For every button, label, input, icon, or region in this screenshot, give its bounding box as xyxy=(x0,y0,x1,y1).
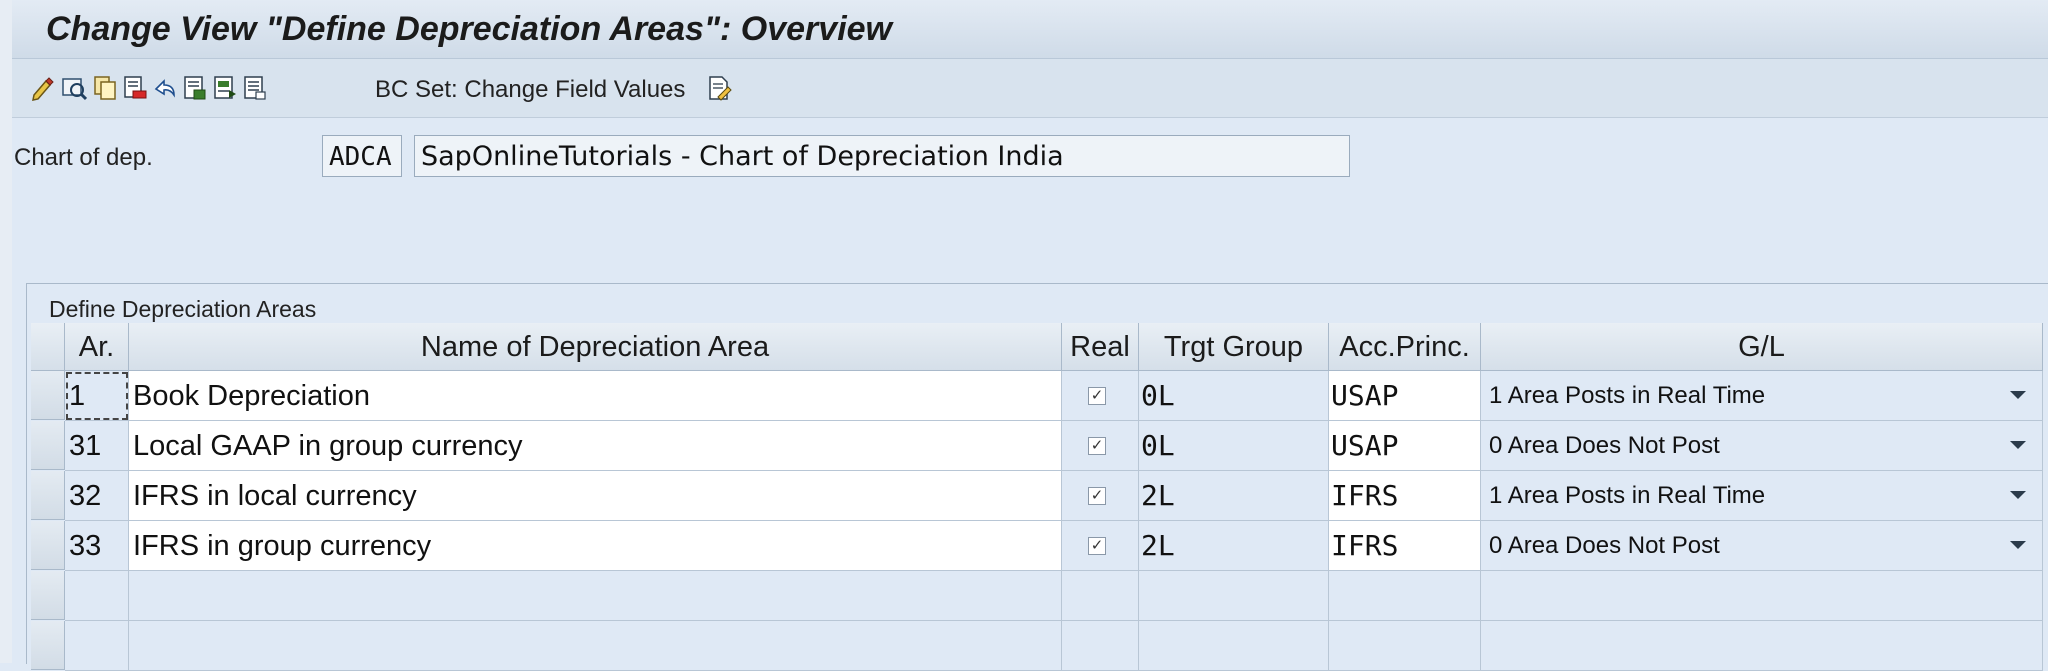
sap-window: Change View "Define Depreciation Areas":… xyxy=(0,0,2048,671)
select-block-icon[interactable] xyxy=(212,75,238,101)
gl-dropdown[interactable]: 0 Area Does Not Post xyxy=(1481,421,2043,471)
table-row: 33 IFRS in group currency ✓ 2L IFRS 0 Ar… xyxy=(31,521,2043,571)
row-selector[interactable] xyxy=(31,571,65,620)
table-row: 1 Book Depreciation ✓ 0L USAP 1 Area Pos… xyxy=(31,371,2043,421)
real-checkbox[interactable]: ✓ xyxy=(1088,387,1106,405)
column-header-name[interactable]: Name of Depreciation Area xyxy=(129,323,1062,371)
column-header-gl[interactable]: G/L xyxy=(1481,323,2043,371)
gl-dropdown[interactable]: 1 Area Posts in Real Time xyxy=(1481,371,2043,421)
name-cell[interactable]: IFRS in group currency xyxy=(129,521,1062,571)
table-row-empty xyxy=(31,571,2043,621)
real-cell xyxy=(1062,621,1139,671)
ar-cell[interactable]: 33 xyxy=(65,521,129,571)
page-title: Change View "Define Depreciation Areas":… xyxy=(46,10,892,48)
chevron-down-icon[interactable] xyxy=(2010,541,2026,549)
display-change-icon[interactable] xyxy=(61,75,87,101)
chart-of-dep-code-field[interactable]: ADCA xyxy=(322,135,402,177)
acc-princ-cell[interactable]: IFRS xyxy=(1329,521,1481,571)
ar-cell[interactable] xyxy=(65,621,129,671)
row-selector[interactable] xyxy=(31,471,65,520)
column-header-acc-princ[interactable]: Acc.Princ. xyxy=(1329,323,1481,371)
table-row: 32 IFRS in local currency ✓ 2L IFRS 1 Ar… xyxy=(31,471,2043,521)
deselect-all-icon[interactable] xyxy=(242,75,268,101)
application-toolbar: BC Set: Change Field Values xyxy=(12,59,2048,118)
name-cell[interactable] xyxy=(129,571,1062,621)
trgt-group-cell[interactable]: 0L xyxy=(1139,421,1329,471)
select-all-rows-button[interactable] xyxy=(31,323,65,371)
row-selector[interactable] xyxy=(31,371,65,420)
chevron-down-icon[interactable] xyxy=(2010,491,2026,499)
depreciation-areas-table: Ar. Name of Depreciation Area Real Trgt … xyxy=(31,323,2043,671)
title-bar: Change View "Define Depreciation Areas":… xyxy=(12,0,2048,59)
ar-cell[interactable]: 1 xyxy=(65,371,129,421)
real-checkbox[interactable]: ✓ xyxy=(1088,537,1106,555)
undo-icon[interactable] xyxy=(152,75,178,101)
real-cell: ✓ xyxy=(1062,421,1139,471)
real-cell: ✓ xyxy=(1062,521,1139,571)
ar-cell[interactable]: 32 xyxy=(65,471,129,521)
copy-icon[interactable] xyxy=(92,75,118,101)
trgt-group-cell[interactable]: 2L xyxy=(1139,471,1329,521)
acc-princ-cell[interactable] xyxy=(1329,571,1481,621)
trgt-group-cell[interactable]: 2L xyxy=(1139,521,1329,571)
real-cell: ✓ xyxy=(1062,371,1139,421)
column-header-real[interactable]: Real xyxy=(1062,323,1139,371)
trgt-group-cell[interactable] xyxy=(1139,621,1329,671)
define-depreciation-areas-panel: Define Depreciation Areas Ar. Name of De… xyxy=(26,283,2048,671)
acc-princ-cell[interactable]: IFRS xyxy=(1329,471,1481,521)
row-selector[interactable] xyxy=(31,421,65,470)
bc-set-document-icon[interactable] xyxy=(706,75,732,101)
name-cell[interactable] xyxy=(129,621,1062,671)
chart-of-dep-label: Chart of dep. xyxy=(14,144,153,171)
column-header-trgt-group[interactable]: Trgt Group xyxy=(1139,323,1329,371)
bc-set-change-field-values-button[interactable]: BC Set: Change Field Values xyxy=(375,76,685,104)
name-cell[interactable]: IFRS in local currency xyxy=(129,471,1062,521)
acc-princ-cell[interactable]: USAP xyxy=(1329,371,1481,421)
name-cell[interactable]: Local GAAP in group currency xyxy=(129,421,1062,471)
acc-princ-cell[interactable]: USAP xyxy=(1329,421,1481,471)
real-checkbox[interactable]: ✓ xyxy=(1088,487,1106,505)
delete-icon[interactable] xyxy=(122,75,148,101)
real-cell: ✓ xyxy=(1062,471,1139,521)
gl-cell[interactable] xyxy=(1481,571,2043,621)
trgt-group-cell[interactable] xyxy=(1139,571,1329,621)
panel-title: Define Depreciation Areas xyxy=(49,296,317,322)
ar-cell[interactable] xyxy=(65,571,129,621)
trgt-group-cell[interactable]: 0L xyxy=(1139,371,1329,421)
gl-dropdown[interactable]: 1 Area Posts in Real Time xyxy=(1481,471,2043,521)
column-header-ar[interactable]: Ar. xyxy=(65,323,129,371)
gl-dropdown[interactable]: 0 Area Does Not Post xyxy=(1481,521,2043,571)
ar-cell[interactable]: 31 xyxy=(65,421,129,471)
chart-of-dep-description-field: SapOnlineTutorials - Chart of Depreciati… xyxy=(414,135,1350,177)
chevron-down-icon[interactable] xyxy=(2010,441,2026,449)
real-cell xyxy=(1062,571,1139,621)
row-selector[interactable] xyxy=(31,521,65,570)
acc-princ-cell[interactable] xyxy=(1329,621,1481,671)
gl-cell[interactable] xyxy=(1481,621,2043,671)
table-row: 31 Local GAAP in group currency ✓ 0L USA… xyxy=(31,421,2043,471)
real-checkbox[interactable]: ✓ xyxy=(1088,437,1106,455)
chevron-down-icon[interactable] xyxy=(2010,391,2026,399)
table-row-empty xyxy=(31,621,2043,671)
name-cell[interactable]: Book Depreciation xyxy=(129,371,1062,421)
edit-icon[interactable] xyxy=(30,75,56,101)
select-all-icon[interactable] xyxy=(182,75,208,101)
